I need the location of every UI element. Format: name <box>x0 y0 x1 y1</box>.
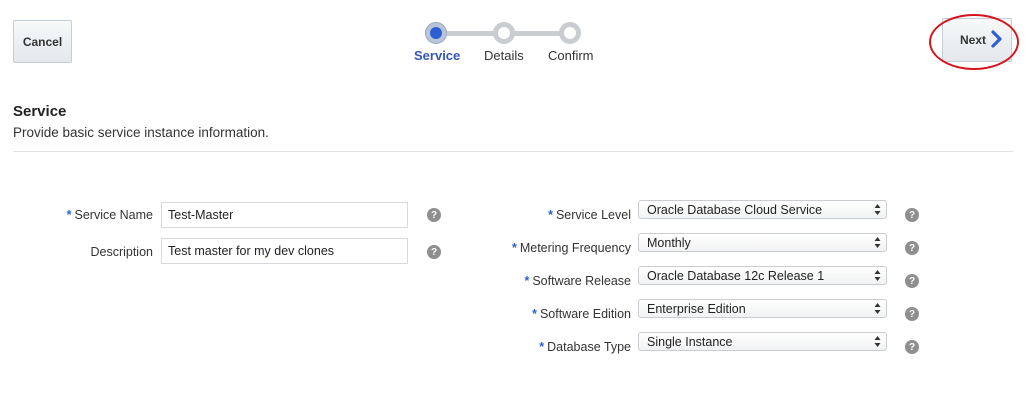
help-icon[interactable]: ? <box>905 340 919 354</box>
metering-frequency-label: * Metering Frequency <box>511 241 631 255</box>
service-level-select[interactable]: Oracle Database Cloud Service <box>638 200 887 219</box>
metering-frequency-select[interactable]: Monthly <box>638 233 887 252</box>
metering-frequency-value: Monthly <box>647 235 691 250</box>
software-edition-value: Enterprise Edition <box>647 301 746 316</box>
software-release-value: Oracle Database 12c Release 1 <box>647 268 825 283</box>
section-divider <box>13 151 1013 152</box>
software-edition-select[interactable]: Enterprise Edition <box>638 299 887 318</box>
train-connector <box>512 31 562 36</box>
train-stop-service[interactable] <box>425 22 447 44</box>
updown-arrows-icon <box>874 335 881 351</box>
train-stop-details[interactable] <box>493 22 515 44</box>
description-label: Description <box>90 245 153 259</box>
updown-arrows-icon <box>874 203 881 219</box>
required-marker: * <box>66 208 72 222</box>
service-name-label: * Service Name <box>66 208 153 222</box>
service-level-value: Oracle Database Cloud Service <box>647 202 823 217</box>
database-type-label: * Database Type <box>539 340 631 354</box>
chevron-right-icon <box>991 30 1003 51</box>
description-input[interactable]: Test master for my dev clones <box>161 238 408 264</box>
cancel-button-label: Cancel <box>22 34 63 49</box>
train-label-details[interactable]: Details <box>484 48 524 63</box>
updown-arrows-icon <box>874 236 881 252</box>
train-label-confirm[interactable]: Confirm <box>548 48 594 63</box>
train-stop-confirm[interactable] <box>559 22 581 44</box>
database-type-value: Single Instance <box>647 334 733 349</box>
section-title: Service <box>13 103 67 120</box>
software-release-select[interactable]: Oracle Database 12c Release 1 <box>638 266 887 285</box>
updown-arrows-icon <box>874 302 881 318</box>
software-edition-label: * Software Edition <box>532 307 631 321</box>
next-button[interactable]: Next <box>942 18 1012 62</box>
updown-arrows-icon <box>874 269 881 285</box>
service-name-input[interactable]: Test-Master <box>161 202 408 228</box>
help-icon[interactable]: ? <box>905 208 919 222</box>
section-subtitle: Provide basic service instance informati… <box>13 125 269 140</box>
help-icon[interactable]: ? <box>427 245 441 259</box>
help-icon[interactable]: ? <box>905 307 919 321</box>
next-button-label: Next <box>960 33 987 47</box>
database-type-select[interactable]: Single Instance <box>638 332 887 351</box>
train-label-service[interactable]: Service <box>414 48 460 63</box>
help-icon[interactable]: ? <box>905 241 919 255</box>
cancel-button[interactable]: Cancel <box>13 20 72 63</box>
software-release-label: * Software Release <box>524 274 631 288</box>
train-connector <box>444 31 494 36</box>
help-icon[interactable]: ? <box>905 274 919 288</box>
help-icon[interactable]: ? <box>427 208 441 222</box>
service-level-label: * Service Level <box>548 208 631 222</box>
